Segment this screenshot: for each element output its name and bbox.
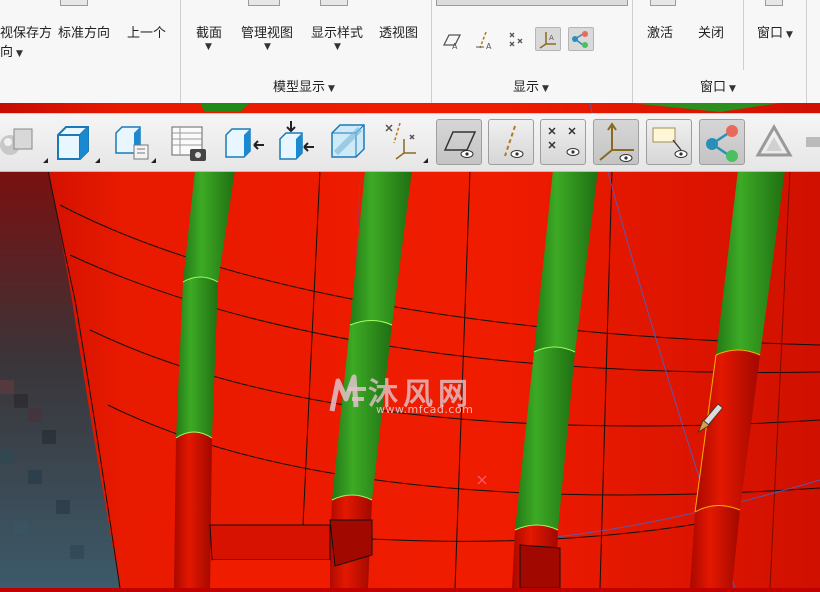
display-style-button[interactable]: 显示样式 <box>311 22 363 41</box>
plane-tag-icon[interactable]: A <box>440 29 464 51</box>
window-menu-button[interactable]: 窗口 ▼ <box>757 22 793 41</box>
section-view-icon[interactable] <box>326 119 372 165</box>
show-filter-strip <box>436 0 628 6</box>
group-divider <box>806 0 807 103</box>
csys-tag-icon[interactable]: A <box>535 27 561 51</box>
close-window-button[interactable]: 关闭 <box>698 22 724 41</box>
point-tag-icon[interactable] <box>504 29 528 51</box>
chevron-down-icon[interactable]: ▼ <box>264 42 271 52</box>
watermark: 沐风网 www.mfcad.com <box>326 371 496 421</box>
toolbar-overflow-icon[interactable] <box>804 119 820 165</box>
manage-views-button[interactable]: 管理视图 <box>241 22 293 41</box>
model-display-group-text: 模型显示 <box>273 80 326 95</box>
annotation-display-icon[interactable] <box>646 119 692 165</box>
chevron-down-icon: ▼ <box>328 84 335 94</box>
window-menu-label: 窗口 <box>757 26 784 41</box>
orientation-icon <box>60 0 88 6</box>
save-orientation-button[interactable]: 视保存方 <box>0 22 52 41</box>
group-divider <box>743 0 744 70</box>
display-style-icon <box>320 0 348 6</box>
graphics-viewport[interactable]: 沐风网 www.mfcad.com <box>0 103 820 589</box>
chevron-down-icon: ▼ <box>542 84 549 94</box>
standard-orientation-icon[interactable] <box>52 119 100 165</box>
window-icon <box>765 0 783 6</box>
show-group-text: 显示 <box>513 80 540 95</box>
group-divider <box>431 0 432 103</box>
axis-display-icon[interactable] <box>488 119 534 165</box>
save-orientation-label: 视保存方 <box>0 26 53 41</box>
svg-text:A: A <box>549 34 554 42</box>
view-manager-icon <box>248 0 280 6</box>
model-display-group-label[interactable]: 模型显示 ▼ <box>273 76 335 95</box>
save-orientation-label-line2: 向 <box>0 45 14 60</box>
ribbon: 视保存方 向 ▼ 标准方向 上一个 截面 ▼ 管理视图 ▼ 显示样式 ▼ 透视图 … <box>0 0 820 103</box>
group-divider <box>632 0 633 103</box>
chevron-down-icon: ▼ <box>786 30 793 40</box>
axis-tag-icon[interactable]: A <box>472 29 496 51</box>
show-group-label[interactable]: 显示 ▼ <box>513 76 549 95</box>
group-divider <box>180 0 181 103</box>
spin-center-tag-icon[interactable] <box>568 27 594 51</box>
csys-display-icon[interactable] <box>593 119 639 165</box>
save-orientation-button-line2[interactable]: 向 ▼ <box>0 41 23 60</box>
previous-view-button[interactable]: 上一个 <box>127 22 166 41</box>
standard-orientation-button[interactable]: 标准方向 <box>58 22 110 41</box>
display-style-icon[interactable] <box>0 119 48 165</box>
perspective-button[interactable]: 透视图 <box>379 22 418 41</box>
plane-display-icon[interactable] <box>436 119 482 165</box>
spin-center-icon[interactable] <box>699 119 745 165</box>
activate-icon <box>650 0 676 6</box>
section-button[interactable]: 截面 <box>196 22 222 41</box>
watermark-url: www.mfcad.com <box>376 403 474 416</box>
window-group-label[interactable]: 窗口 ▼ <box>700 76 736 95</box>
view-manager-icon[interactable] <box>166 119 212 165</box>
window-group-text: 窗口 <box>700 80 727 95</box>
model-render <box>0 103 820 589</box>
svg-text:A: A <box>486 42 492 51</box>
chevron-down-icon: ▼ <box>729 84 736 94</box>
previous-view-icon[interactable] <box>220 119 266 165</box>
model-render-icon[interactable] <box>752 119 798 165</box>
svg-text:A: A <box>452 42 458 51</box>
chevron-down-icon[interactable]: ▼ <box>334 42 341 52</box>
zoom-to-fit-icon[interactable] <box>274 119 320 165</box>
point-display-icon[interactable] <box>540 119 586 165</box>
datum-display-filter-icon[interactable] <box>380 119 428 165</box>
graphics-toolbar <box>0 113 820 172</box>
saved-orientation-icon[interactable] <box>108 119 156 165</box>
chevron-down-icon: ▼ <box>16 49 23 59</box>
chevron-down-icon[interactable]: ▼ <box>205 42 212 52</box>
activate-button[interactable]: 激活 <box>647 22 673 41</box>
mfcad-logo-icon <box>329 374 366 412</box>
